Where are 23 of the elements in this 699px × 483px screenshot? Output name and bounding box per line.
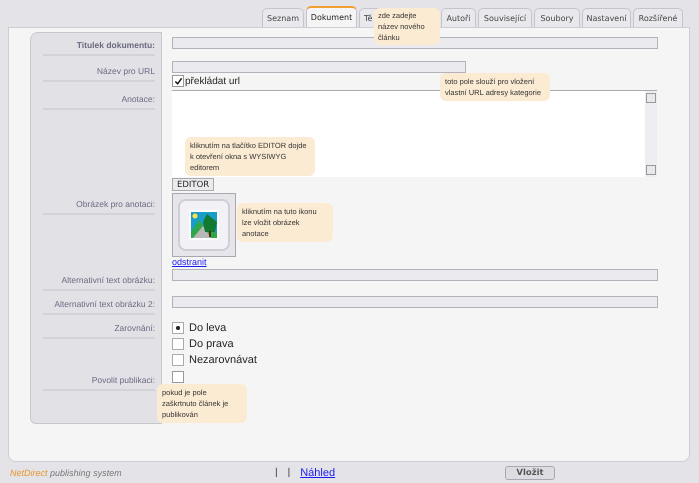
insert-button[interactable]: Vložit <box>505 466 555 480</box>
tab[interactable]: Dokument <box>306 6 357 27</box>
checkbox-label: překládat url <box>185 76 240 86</box>
brand-logo: NetDirect publishing system <box>9 468 123 478</box>
field-label: Anotace: <box>43 94 155 110</box>
tab[interactable]: Rozšířené <box>633 8 683 27</box>
field-label: Obrázek pro anotaci: <box>43 199 155 215</box>
tab[interactable]: Související <box>478 8 532 27</box>
separator: | <box>275 467 278 478</box>
remove-link[interactable]: odstranit <box>172 257 207 267</box>
tab[interactable]: Seznam <box>262 8 304 27</box>
editor-button[interactable]: EDITOR <box>172 178 214 191</box>
tab[interactable]: Nastavení <box>582 8 631 27</box>
tab[interactable]: Soubory <box>534 8 580 27</box>
field-label: Zarovnání: <box>43 323 155 339</box>
preview-link[interactable]: Náhled <box>300 466 336 478</box>
tab[interactable]: Autoři <box>441 8 476 27</box>
radio-label: Do prava <box>189 338 234 350</box>
separator: | <box>288 467 290 478</box>
field-label: Povolit publikaci: <box>43 375 155 391</box>
radio-label: Nezarovnávat <box>189 354 257 366</box>
field-label: Název pro URL <box>43 66 155 82</box>
radio-label: Do leva <box>189 322 226 334</box>
